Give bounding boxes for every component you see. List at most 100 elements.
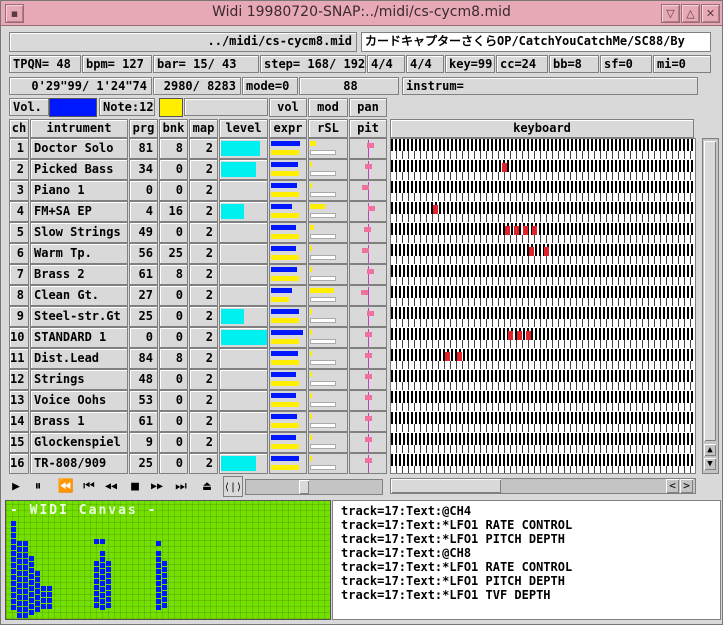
channel-vol-expr-bars[interactable]: [269, 390, 307, 411]
window-menu-button[interactable]: ▪: [5, 4, 24, 23]
channel-instrument[interactable]: Strings: [30, 369, 128, 390]
channel-map[interactable]: 2: [189, 327, 218, 348]
text-event-log[interactable]: track=17:Text:@CH4 track=17:Text:*LFO1 RA…: [332, 500, 721, 620]
channel-instrument[interactable]: Voice Oohs: [30, 390, 128, 411]
channel-mod-rsl-bars[interactable]: [308, 453, 348, 474]
channel-program[interactable]: 25: [129, 306, 158, 327]
stop-button[interactable]: ■: [125, 476, 145, 497]
channel-vol-expr-bars[interactable]: [269, 159, 307, 180]
maximize-button[interactable]: △: [681, 4, 700, 23]
position-slider[interactable]: [245, 479, 383, 495]
channel-instrument[interactable]: Dist.Lead: [30, 348, 128, 369]
channel-program[interactable]: 81: [129, 138, 158, 159]
channel-map[interactable]: 2: [189, 306, 218, 327]
channel-bank[interactable]: 0: [159, 327, 188, 348]
channel-program[interactable]: 56: [129, 243, 158, 264]
channel-mod-rsl-bars[interactable]: [308, 348, 348, 369]
position-slider-thumb[interactable]: [299, 480, 309, 494]
keyboard-horizontal-scrollbar[interactable]: < >: [390, 478, 696, 494]
channel-pan-pitch[interactable]: [349, 453, 387, 474]
channel-instrument[interactable]: Picked Bass: [30, 159, 128, 180]
channel-map[interactable]: 2: [189, 264, 218, 285]
pause-button[interactable]: ⏸: [28, 476, 48, 497]
channel-instrument[interactable]: Warm Tp.: [30, 243, 128, 264]
channel-vol-expr-bars[interactable]: [269, 453, 307, 474]
channel-bank[interactable]: 16: [159, 201, 188, 222]
scroll-left-icon[interactable]: <: [666, 479, 679, 493]
channel-program[interactable]: 25: [129, 453, 158, 474]
channel-bank[interactable]: 0: [159, 285, 188, 306]
channel-instrument[interactable]: Doctor Solo: [30, 138, 128, 159]
channel-bank[interactable]: 8: [159, 348, 188, 369]
lr-toggle-button[interactable]: ⟨|⟩: [223, 476, 243, 497]
channel-bank[interactable]: 0: [159, 453, 188, 474]
channel-pan-pitch[interactable]: [349, 390, 387, 411]
channel-bank[interactable]: 0: [159, 432, 188, 453]
channel-vol-expr-bars[interactable]: [269, 411, 307, 432]
channel-mod-rsl-bars[interactable]: [308, 432, 348, 453]
channel-program[interactable]: 34: [129, 159, 158, 180]
channel-map[interactable]: 2: [189, 411, 218, 432]
rewind-fast-button[interactable]: ⏪: [56, 476, 76, 497]
channel-pan-pitch[interactable]: [349, 369, 387, 390]
channel-instrument[interactable]: Brass 2: [30, 264, 128, 285]
channel-bank[interactable]: 8: [159, 138, 188, 159]
channel-pan-pitch[interactable]: [349, 222, 387, 243]
channel-mod-rsl-bars[interactable]: [308, 138, 348, 159]
back-button[interactable]: ◀◀: [101, 476, 121, 497]
channel-bank[interactable]: 0: [159, 180, 188, 201]
channel-pan-pitch[interactable]: [349, 348, 387, 369]
channel-program[interactable]: 0: [129, 180, 158, 201]
channel-map[interactable]: 2: [189, 369, 218, 390]
channel-pan-pitch[interactable]: [349, 243, 387, 264]
channel-vol-expr-bars[interactable]: [269, 348, 307, 369]
keyboard-scroll-thumb[interactable]: [391, 479, 501, 493]
channel-mod-rsl-bars[interactable]: [308, 201, 348, 222]
channel-instrument[interactable]: Steel-str.Gt: [30, 306, 128, 327]
close-button[interactable]: ✕: [701, 4, 720, 23]
previous-button[interactable]: ⏮: [79, 476, 99, 497]
next-button[interactable]: ⏭: [171, 476, 191, 497]
channel-mod-rsl-bars[interactable]: [308, 243, 348, 264]
scroll-up-icon[interactable]: ▲: [704, 444, 716, 456]
channel-map[interactable]: 2: [189, 159, 218, 180]
vertical-scroll-thumb[interactable]: [704, 141, 716, 441]
channel-map[interactable]: 2: [189, 390, 218, 411]
channel-map[interactable]: 2: [189, 201, 218, 222]
channel-vol-expr-bars[interactable]: [269, 201, 307, 222]
channel-instrument[interactable]: Slow Strings: [30, 222, 128, 243]
channel-pan-pitch[interactable]: [349, 411, 387, 432]
channel-mod-rsl-bars[interactable]: [308, 411, 348, 432]
channel-instrument[interactable]: Clean Gt.: [30, 285, 128, 306]
channel-instrument[interactable]: STANDARD 1: [30, 327, 128, 348]
channel-mod-rsl-bars[interactable]: [308, 264, 348, 285]
channel-program[interactable]: 53: [129, 390, 158, 411]
minimize-button[interactable]: ▽: [661, 4, 680, 23]
channel-bank[interactable]: 0: [159, 369, 188, 390]
channel-map[interactable]: 2: [189, 453, 218, 474]
title-bar[interactable]: Widi 19980720-SNAP:../midi/cs-cycm8.mid …: [1, 1, 722, 26]
channel-pan-pitch[interactable]: [349, 285, 387, 306]
scroll-right-icon[interactable]: >: [680, 479, 693, 493]
channel-pan-pitch[interactable]: [349, 264, 387, 285]
channel-map[interactable]: 2: [189, 432, 218, 453]
channel-mod-rsl-bars[interactable]: [308, 369, 348, 390]
channel-mod-rsl-bars[interactable]: [308, 390, 348, 411]
channel-vol-expr-bars[interactable]: [269, 369, 307, 390]
channel-map[interactable]: 2: [189, 180, 218, 201]
channel-mod-rsl-bars[interactable]: [308, 306, 348, 327]
channel-map[interactable]: 2: [189, 285, 218, 306]
channel-bank[interactable]: 0: [159, 390, 188, 411]
play-button[interactable]: ▶: [6, 476, 26, 497]
channel-map[interactable]: 2: [189, 138, 218, 159]
channel-vol-expr-bars[interactable]: [269, 180, 307, 201]
channel-vol-expr-bars[interactable]: [269, 327, 307, 348]
channel-mod-rsl-bars[interactable]: [308, 327, 348, 348]
channel-program[interactable]: 0: [129, 327, 158, 348]
channel-bank[interactable]: 0: [159, 159, 188, 180]
channel-pan-pitch[interactable]: [349, 201, 387, 222]
channel-instrument[interactable]: Piano 1: [30, 180, 128, 201]
channel-program[interactable]: 61: [129, 264, 158, 285]
channel-vol-expr-bars[interactable]: [269, 306, 307, 327]
channel-program[interactable]: 61: [129, 411, 158, 432]
